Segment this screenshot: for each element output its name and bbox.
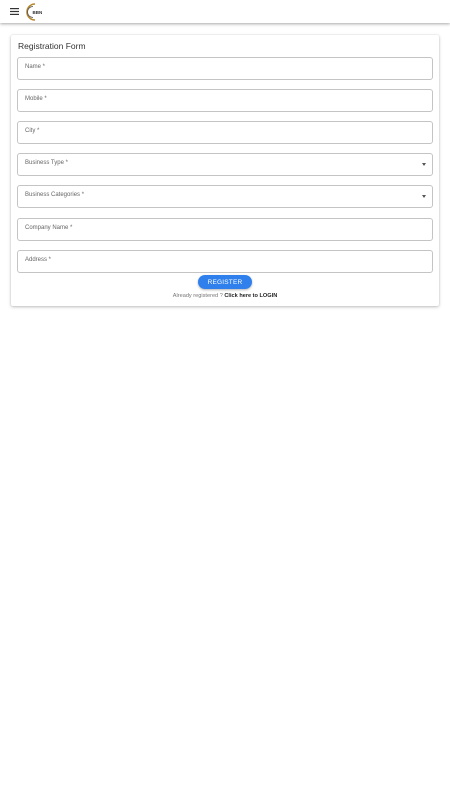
- address-field[interactable]: Address *: [17, 250, 433, 273]
- registration-card: Registration Form Name * Mobile * City *…: [11, 35, 439, 306]
- app-bar: BBN: [0, 0, 450, 23]
- company-name-field-label: Company Name *: [25, 225, 73, 231]
- login-prompt-text: Already registered ?: [172, 293, 223, 299]
- mobile-field-label: Mobile *: [25, 96, 47, 102]
- brand-logo[interactable]: BBN: [25, 2, 47, 22]
- chevron-down-icon: [422, 195, 426, 198]
- chevron-down-icon: [422, 163, 426, 166]
- form-title: Registration Form: [18, 41, 86, 51]
- hamburger-menu-icon: [9, 8, 19, 15]
- svg-text:BBN: BBN: [33, 10, 43, 15]
- name-field-label: Name *: [25, 64, 46, 70]
- business-categories-select[interactable]: Business Categories *: [17, 185, 433, 208]
- address-field-label: Address *: [25, 257, 52, 263]
- menu-button[interactable]: [4, 2, 24, 22]
- login-prompt-line: Already registered ? Click here to LOGIN: [11, 293, 439, 299]
- business-type-label: Business Type *: [25, 160, 68, 166]
- business-categories-label: Business Categories *: [25, 192, 85, 198]
- brand-logo-icon: BBN: [26, 2, 43, 21]
- company-name-field[interactable]: Company Name *: [17, 218, 433, 241]
- register-button[interactable]: REGISTER: [198, 275, 252, 289]
- name-field[interactable]: Name *: [17, 57, 433, 80]
- login-link[interactable]: Click here to LOGIN: [224, 293, 277, 299]
- city-field-label: City *: [25, 128, 40, 134]
- mobile-field[interactable]: Mobile *: [17, 89, 433, 112]
- business-type-select[interactable]: Business Type *: [17, 153, 433, 176]
- city-field[interactable]: City *: [17, 121, 433, 144]
